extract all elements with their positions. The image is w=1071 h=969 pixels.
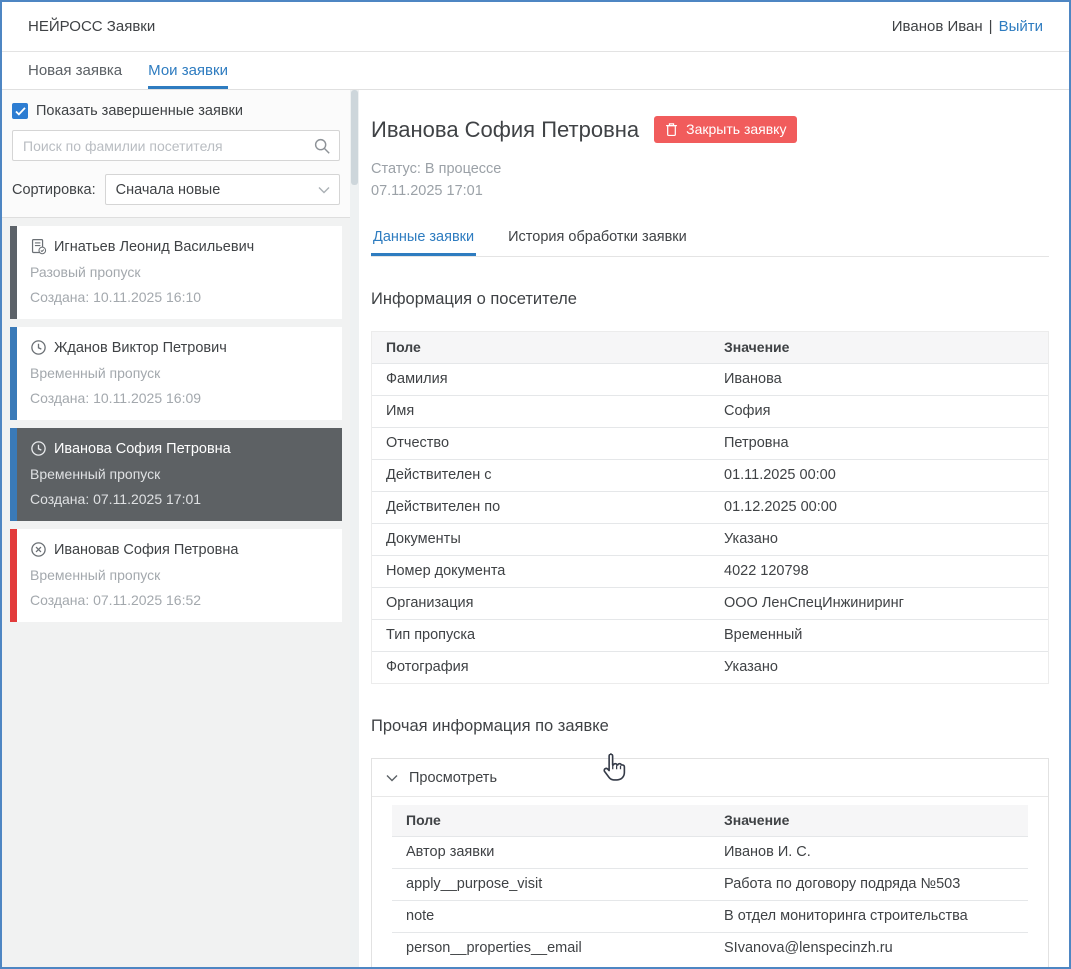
close-request-label: Закрыть заявку (686, 121, 786, 137)
search-wrap (12, 130, 340, 161)
table-row: ДокументыУказано (372, 523, 1048, 555)
logout-link[interactable]: Выйти (999, 18, 1043, 35)
request-visitor-name: Жданов Виктор Петрович (54, 340, 227, 356)
visitor-info-table: Поле Значение ФамилияИванова ИмяСофия От… (371, 331, 1049, 684)
app-header: НЕЙРОСС Заявки Иванов Иван | Выйти (2, 2, 1069, 52)
main-nav-tabs: Новая заявка Мои заявки (2, 52, 1069, 90)
col-header-value: Значение (710, 805, 1028, 836)
col-header-field: Поле (392, 805, 710, 836)
expander-body: Поле Значение Автор заявкиИванов И. С. a… (372, 797, 1048, 967)
request-created-date: Создана: 10.11.2025 16:09 (30, 390, 330, 406)
table-row: Номер документа4022 120798 (372, 555, 1048, 587)
scrollbar-thumb[interactable] (351, 90, 358, 185)
requests-sidebar: Показать завершенные заявки Сортировка: … (2, 90, 350, 967)
table-row: ФамилияИванова (372, 363, 1048, 395)
status-block: Статус: В процессе 07.11.2025 17:01 (371, 158, 1049, 203)
sidebar-controls: Показать завершенные заявки Сортировка: … (2, 90, 350, 217)
search-icon (313, 137, 331, 155)
close-request-button[interactable]: Закрыть заявку (654, 116, 797, 143)
expander-label: Просмотреть (409, 770, 497, 786)
request-list-item-ivanova-selected[interactable]: Иванова София Петровна Временный пропуск… (10, 428, 342, 521)
request-pass-type: Разовый пропуск (30, 264, 330, 280)
table-row: apply__purpose_visitРабота по договору п… (392, 868, 1028, 900)
request-created-date: Создана: 07.11.2025 16:52 (30, 592, 330, 608)
search-button[interactable] (311, 135, 333, 157)
table-row: Тип пропускаВременный (372, 619, 1048, 651)
other-section-title: Прочая информация по заявке (371, 717, 1049, 736)
request-list-item-ignatev[interactable]: Игнатьев Леонид Васильевич Разовый пропу… (10, 226, 342, 319)
request-created-date: Создана: 10.11.2025 16:10 (30, 289, 330, 305)
request-pass-type: Временный пропуск (30, 365, 330, 381)
table-row: ФотографияУказано (372, 651, 1048, 683)
sort-row: Сортировка: Сначала новые (12, 174, 340, 205)
request-list-item-zhdanov[interactable]: Жданов Виктор Петрович Временный пропуск… (10, 327, 342, 420)
tab-my-requests[interactable]: Мои заявки (148, 52, 228, 89)
show-completed-label: Показать завершенные заявки (36, 103, 243, 119)
request-visitor-name: Игнатьев Леонид Васильевич (54, 239, 254, 255)
other-info-table: Поле Значение Автор заявкиИванов И. С. a… (392, 805, 1028, 964)
trash-icon (665, 122, 678, 137)
table-row: noteВ отдел мониторинга строительства (392, 900, 1028, 932)
check-icon (15, 107, 26, 116)
table-row: Автор заявкиИванов И. С. (392, 836, 1028, 868)
request-created-date: Создана: 07.11.2025 17:01 (30, 491, 330, 507)
request-pass-type: Временный пропуск (30, 567, 330, 583)
tab-request-history[interactable]: История обработки заявки (506, 220, 689, 256)
request-visitor-name: Иванова София Петровна (54, 441, 231, 457)
other-info-panel: Просмотреть Поле Значение Автор заявкиИв… (371, 758, 1049, 967)
sort-selected-value: Сначала новые (116, 182, 221, 198)
table-row: ОтчествоПетровна (372, 427, 1048, 459)
cancel-circle-icon (30, 541, 47, 558)
request-visitor-name: Ивановав София Петровна (54, 542, 238, 558)
pass-document-check-icon (30, 238, 47, 255)
show-completed-checkbox[interactable] (12, 103, 28, 119)
user-name: Иванов Иван (892, 18, 983, 35)
user-area: Иванов Иван | Выйти (892, 18, 1043, 35)
col-header-value: Значение (710, 332, 1048, 363)
request-list: Игнатьев Леонид Васильевич Разовый пропу… (2, 218, 350, 967)
chevron-down-icon (318, 186, 330, 194)
app-window: НЕЙРОСС Заявки Иванов Иван | Выйти Новая… (0, 0, 1071, 969)
user-separator: | (989, 18, 993, 35)
request-pass-type: Временный пропуск (30, 466, 330, 482)
request-title: Иванова София Петровна (371, 117, 639, 143)
col-header-field: Поле (372, 332, 710, 363)
chevron-down-icon (386, 774, 398, 782)
show-completed-row: Показать завершенные заявки (12, 103, 340, 119)
table-row: Действителен по01.12.2025 00:00 (372, 491, 1048, 523)
clock-icon (30, 339, 47, 356)
request-created-line: 07.11.2025 17:01 (371, 180, 1049, 202)
sort-select[interactable]: Сначала новые (105, 174, 340, 205)
table-row: person__properties__emailSIvanova@lenspe… (392, 932, 1028, 964)
expander-toggle[interactable]: Просмотреть (372, 759, 1048, 797)
request-detail-pane: Иванова София Петровна Закрыть заявку Ст… (359, 90, 1069, 967)
detail-tabs: Данные заявки История обработки заявки (371, 220, 1049, 257)
table-row: ИмяСофия (372, 395, 1048, 427)
visitor-section-title: Информация о посетителе (371, 290, 1049, 309)
sort-label: Сортировка: (12, 182, 96, 198)
content-scrollbar[interactable] (350, 90, 359, 967)
search-input[interactable] (12, 130, 340, 161)
request-list-item-ivanovav[interactable]: Ивановав София Петровна Временный пропус… (10, 529, 342, 622)
status-line: Статус: В процессе (371, 158, 1049, 180)
clock-icon (30, 440, 47, 457)
app-title: НЕЙРОСС Заявки (28, 18, 155, 35)
tab-new-request[interactable]: Новая заявка (28, 52, 122, 89)
table-row: ОрганизацияООО ЛенСпецИнжиниринг (372, 587, 1048, 619)
tab-request-data[interactable]: Данные заявки (371, 220, 476, 256)
table-header-row: Поле Значение (372, 332, 1048, 363)
table-row: Действителен с01.11.2025 00:00 (372, 459, 1048, 491)
table-header-row: Поле Значение (392, 805, 1028, 836)
